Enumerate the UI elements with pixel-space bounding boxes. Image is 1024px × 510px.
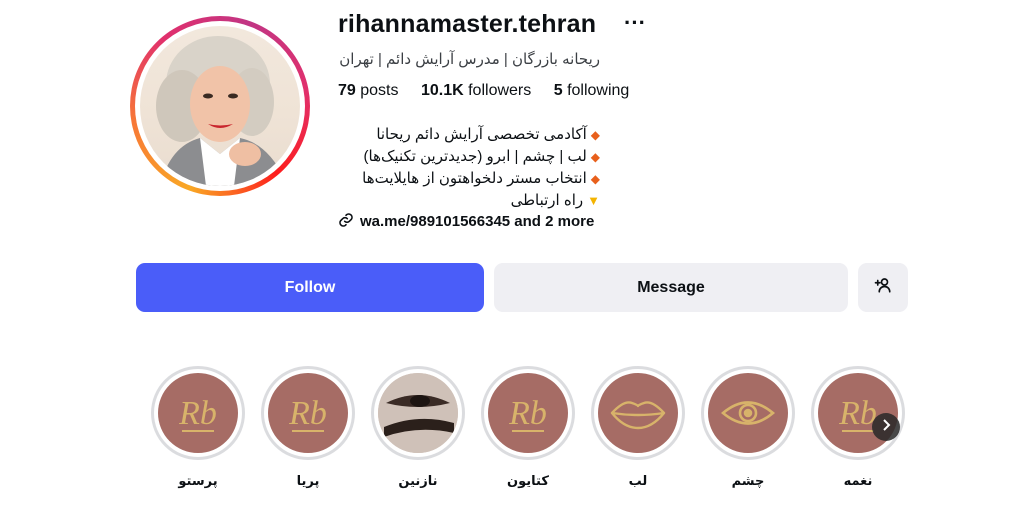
following-stat[interactable]: 5 following [554,82,630,100]
orange-diamond-icon: ◆ [590,128,600,142]
highlight-ring: Rb [151,366,245,460]
followers-label: followers [468,82,532,99]
highlight-item[interactable]: چشم [700,366,796,489]
more-options-icon[interactable]: ··· [624,10,646,36]
link-icon [338,212,354,232]
highlight-label: پرستو [178,473,218,488]
followers-stat[interactable]: 10.1K followers [421,82,531,100]
bio-line: ◆لب | چشم | ابرو (جدیدترین تکنیک‌ها) [338,146,600,168]
rb-logo-icon: Rb [268,373,348,453]
message-button[interactable]: Message [494,263,848,312]
svg-text:Rb: Rb [508,395,547,432]
followers-count: 10.1K [420,82,464,99]
follow-button[interactable]: Follow [136,263,484,312]
profile-bio: ◆آکادمی تخصصی آرایش دائم ریحانا ◆لب | چش… [338,124,600,212]
posts-label: posts [360,82,399,99]
highlight-label: پریا [296,473,320,488]
bio-line-text: راه ارتباطی [510,192,584,209]
rb-logo-icon: Rb [158,373,238,453]
suggested-accounts-button[interactable] [858,263,908,312]
highlight-item[interactable]: نازنین [370,366,466,489]
highlight-label: نغمه [843,473,873,488]
orange-diamond-icon: ◆ [590,150,600,164]
bio-line-text: لب | چشم | ابرو (جدیدترین تکنیک‌ها) [363,148,587,165]
chevron-right-icon [881,418,891,436]
bio-line-text: انتخاب مستر دلخواهتون از هایلایت‌ها [362,170,587,187]
profile-stats: 79 posts 10.1K followers 5 following [338,82,647,100]
highlight-ring [701,366,795,460]
highlight-item[interactable]: لب [590,366,686,489]
highlight-label: کتایون [507,473,549,488]
profile-link-text: wa.me/989101566345 and 2 more [360,212,595,230]
add-person-icon [874,276,892,299]
pointing-down-icon: ▼ [587,193,600,208]
following-count: 5 [553,82,563,99]
eyeliner-photo-icon [378,373,458,453]
svg-text:Rb: Rb [178,395,217,432]
highlight-item[interactable]: Rb پریا [260,366,356,489]
highlight-label: چشم [731,473,765,488]
story-highlights: Rb پرستو Rb پریا نازنین Rb کتایون لب چشم… [150,366,910,496]
profile-link[interactable]: wa.me/989101566345 and 2 more [338,212,594,232]
highlight-label: لب [628,473,648,488]
posts-count: 79 [338,82,356,99]
bio-line: ◆انتخاب مستر دلخواهتون از هایلایت‌ها [338,168,600,190]
highlight-label: نازنین [398,473,438,488]
highlight-ring: Rb [481,366,575,460]
avatar [140,26,300,186]
highlight-ring [371,366,465,460]
bio-line-text: آکادمی تخصصی آرایش دائم ریحانا [376,126,587,143]
highlight-item[interactable]: Rb کتایون [480,366,576,489]
highlight-item[interactable]: Rb پرستو [150,366,246,489]
bio-line: ▼راه ارتباطی [338,190,600,212]
rb-logo-icon: Rb [488,373,568,453]
eye-icon [708,373,788,453]
posts-stat: 79 posts [338,82,399,100]
highlight-ring [591,366,685,460]
profile-avatar-ring[interactable] [130,16,310,196]
bio-line: ◆آکادمی تخصصی آرایش دائم ریحانا [338,124,600,146]
profile-full-name: ریحانه بازرگان | مدرس آرایش دائم | تهران [339,51,600,68]
lips-icon [598,373,678,453]
following-label: following [567,82,630,99]
avatar-gap [135,21,305,191]
highlights-next-button[interactable] [872,413,900,441]
profile-username: rihannamaster.tehran [338,10,597,38]
highlight-ring: Rb [261,366,355,460]
orange-diamond-icon: ◆ [590,172,600,186]
svg-text:Rb: Rb [288,395,327,432]
